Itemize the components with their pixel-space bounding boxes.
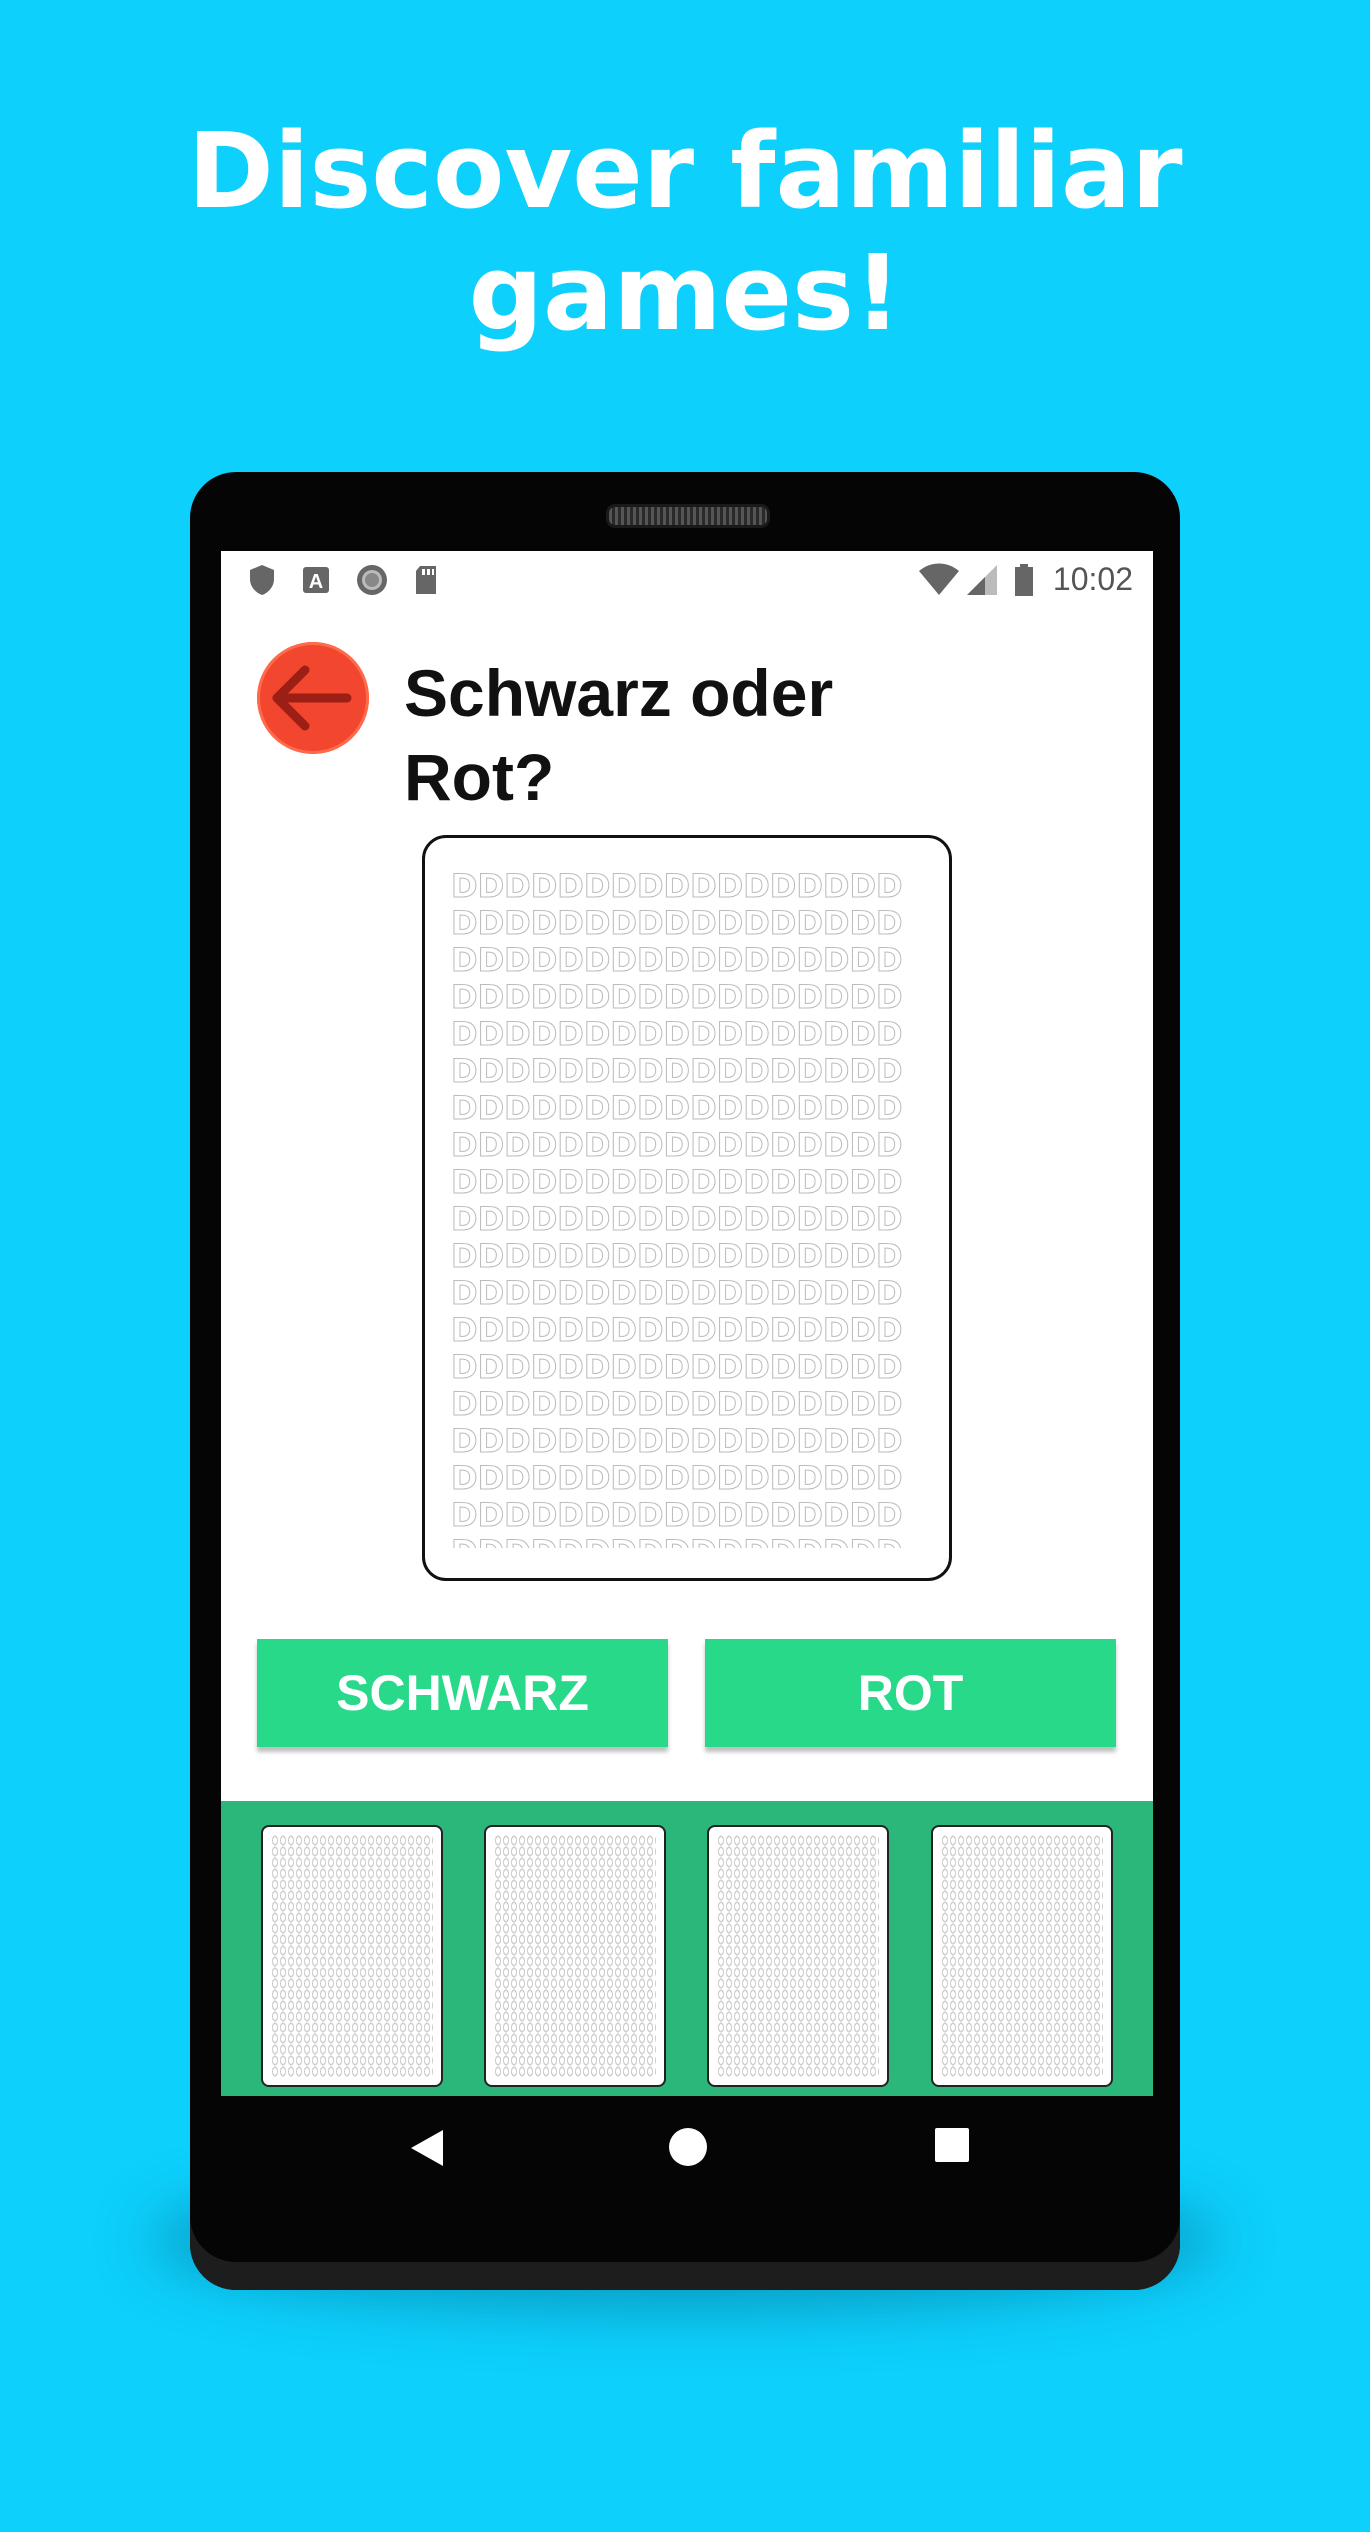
font-a-icon: A — [301, 563, 331, 597]
system-navigation-bar — [221, 2096, 1153, 2206]
black-choice-button[interactable]: SCHWARZ — [257, 1639, 668, 1747]
phone-speaker — [606, 504, 770, 528]
card-back-pattern: DDDDDDDDDDDDDDDDDDDDDDDDDDDDDDDDDDDDDDDD… — [451, 868, 903, 1548]
status-time: 10:02 — [1052, 561, 1133, 597]
wifi-icon — [917, 563, 961, 597]
card-back-pattern — [717, 1835, 879, 2077]
arrow-left-icon — [272, 665, 352, 731]
collected-card-2 — [484, 1825, 666, 2087]
battery-icon — [1013, 563, 1035, 597]
card-back-pattern — [271, 1835, 433, 2077]
collected-card-1 — [261, 1825, 443, 2087]
title-line-2: Rot? — [404, 740, 555, 814]
circle-home-icon[interactable] — [667, 2126, 709, 2172]
red-choice-button[interactable]: ROT — [705, 1639, 1116, 1747]
playing-card-back[interactable]: DDDDDDDDDDDDDDDDDDDDDDDDDDDDDDDDDDDDDDDD… — [422, 835, 952, 1581]
headline-line-1: Discover familiar — [187, 110, 1183, 232]
back-button[interactable] — [257, 642, 369, 754]
signal-icon — [965, 563, 999, 597]
collected-card-4 — [931, 1825, 1113, 2087]
title-line-1: Schwarz oder — [404, 656, 834, 730]
headline-line-2: games! — [468, 232, 902, 354]
record-icon — [355, 563, 387, 597]
card-back-pattern — [494, 1835, 656, 2077]
app-screen: A 10:02 Schwarz oder Rot? DDDDDDDDDDDDDD… — [221, 551, 1153, 2096]
sd-card-icon — [411, 563, 441, 597]
square-recents-icon[interactable] — [933, 2126, 971, 2168]
status-bar: A 10:02 — [221, 551, 1153, 609]
card-back-pattern — [941, 1835, 1103, 2077]
triangle-back-icon[interactable] — [407, 2126, 447, 2174]
shield-icon — [247, 563, 277, 597]
game-title: Schwarz oder Rot? — [404, 651, 964, 819]
svg-text:A: A — [309, 571, 323, 593]
collected-cards-tray — [221, 1801, 1153, 2096]
collected-card-3 — [707, 1825, 889, 2087]
promo-headline: Discover familiar games! — [0, 110, 1370, 354]
